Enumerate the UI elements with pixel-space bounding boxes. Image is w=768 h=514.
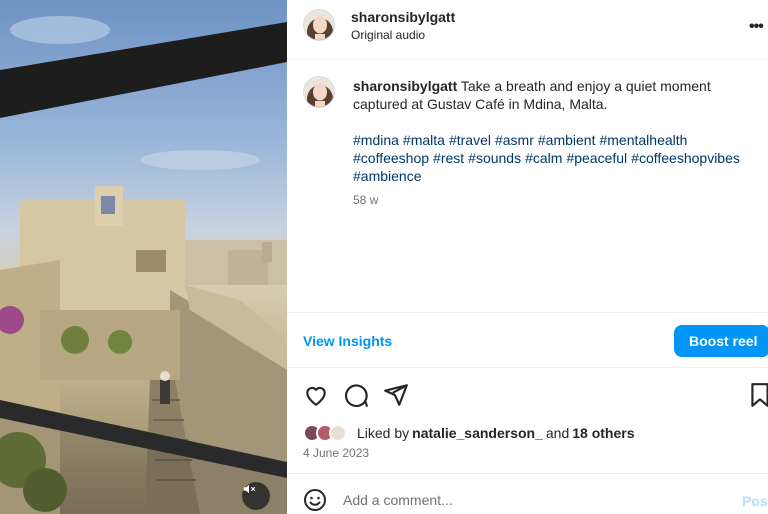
caption-avatar[interactable] xyxy=(303,76,335,108)
hashtag[interactable]: #asmr xyxy=(495,132,534,148)
hashtag[interactable]: #malta xyxy=(403,132,445,148)
hashtag[interactable]: #coffeeshop xyxy=(353,150,429,166)
likes-others-link[interactable]: 18 others xyxy=(572,425,634,441)
post-date[interactable]: 4 June 2023 xyxy=(303,446,369,460)
insights-bar: View Insights Boost reel xyxy=(287,312,768,368)
author-avatar[interactable] xyxy=(303,9,335,41)
more-horizontal-icon[interactable]: ••• xyxy=(749,18,764,36)
comment-icon[interactable] xyxy=(343,382,369,408)
liker-avatars[interactable] xyxy=(303,422,355,444)
comment-bar: Post xyxy=(287,473,768,514)
likes-prefix: Liked by xyxy=(357,425,410,441)
liker-avatar xyxy=(329,424,347,442)
hashtag[interactable]: #rest xyxy=(433,150,464,166)
bookmark-icon[interactable] xyxy=(747,382,768,408)
caption-timestamp[interactable]: 58 w xyxy=(353,193,378,207)
post-caption: sharonsibylgatt Take a breath and enjoy … xyxy=(353,77,753,113)
audio-label[interactable]: Original audio xyxy=(351,28,425,42)
post-comment-button[interactable]: Post xyxy=(742,493,768,509)
heart-icon[interactable] xyxy=(303,382,329,408)
hashtag[interactable]: #ambient xyxy=(538,132,596,148)
avatar-portrait xyxy=(304,77,334,107)
post-details-panel: sharonsibylgatt Original audio ••• sharo… xyxy=(287,0,768,514)
hashtag[interactable]: #mdina xyxy=(353,132,399,148)
reel-scene-illustration xyxy=(0,16,287,514)
mute-toggle-button[interactable] xyxy=(242,482,270,510)
action-bar xyxy=(287,378,768,412)
likes-summary: Liked by natalie_sanderson_ and 18 other… xyxy=(303,422,638,444)
caption-username[interactable]: sharonsibylgatt xyxy=(353,78,457,94)
reel-video[interactable] xyxy=(0,0,287,514)
hashtag[interactable]: #calm xyxy=(525,150,562,166)
post-header: sharonsibylgatt Original audio ••• xyxy=(287,0,768,60)
view-insights-link[interactable]: View Insights xyxy=(303,333,392,349)
liker-username[interactable]: natalie_sanderson_ xyxy=(412,425,543,441)
hashtag-list: #mdina #malta #travel #asmr #ambient #mentalh… xyxy=(353,131,753,185)
comment-input[interactable] xyxy=(343,492,723,508)
hashtag[interactable]: #travel xyxy=(449,132,491,148)
avatar-portrait xyxy=(304,10,334,40)
likes-connector: and xyxy=(545,425,570,441)
boost-reel-button[interactable]: Boost reel xyxy=(674,325,768,357)
hashtag[interactable]: #ambience xyxy=(353,168,422,184)
hashtag[interactable]: #peaceful xyxy=(566,150,627,166)
hashtag[interactable]: #coffeeshopvibes xyxy=(631,150,740,166)
share-icon[interactable] xyxy=(383,382,409,408)
speaker-muted-icon xyxy=(243,484,256,494)
hashtag[interactable]: #mentalhealth xyxy=(599,132,687,148)
emoji-icon[interactable] xyxy=(303,488,327,512)
hashtag[interactable]: #sounds xyxy=(468,150,521,166)
author-username[interactable]: sharonsibylgatt xyxy=(351,9,455,25)
